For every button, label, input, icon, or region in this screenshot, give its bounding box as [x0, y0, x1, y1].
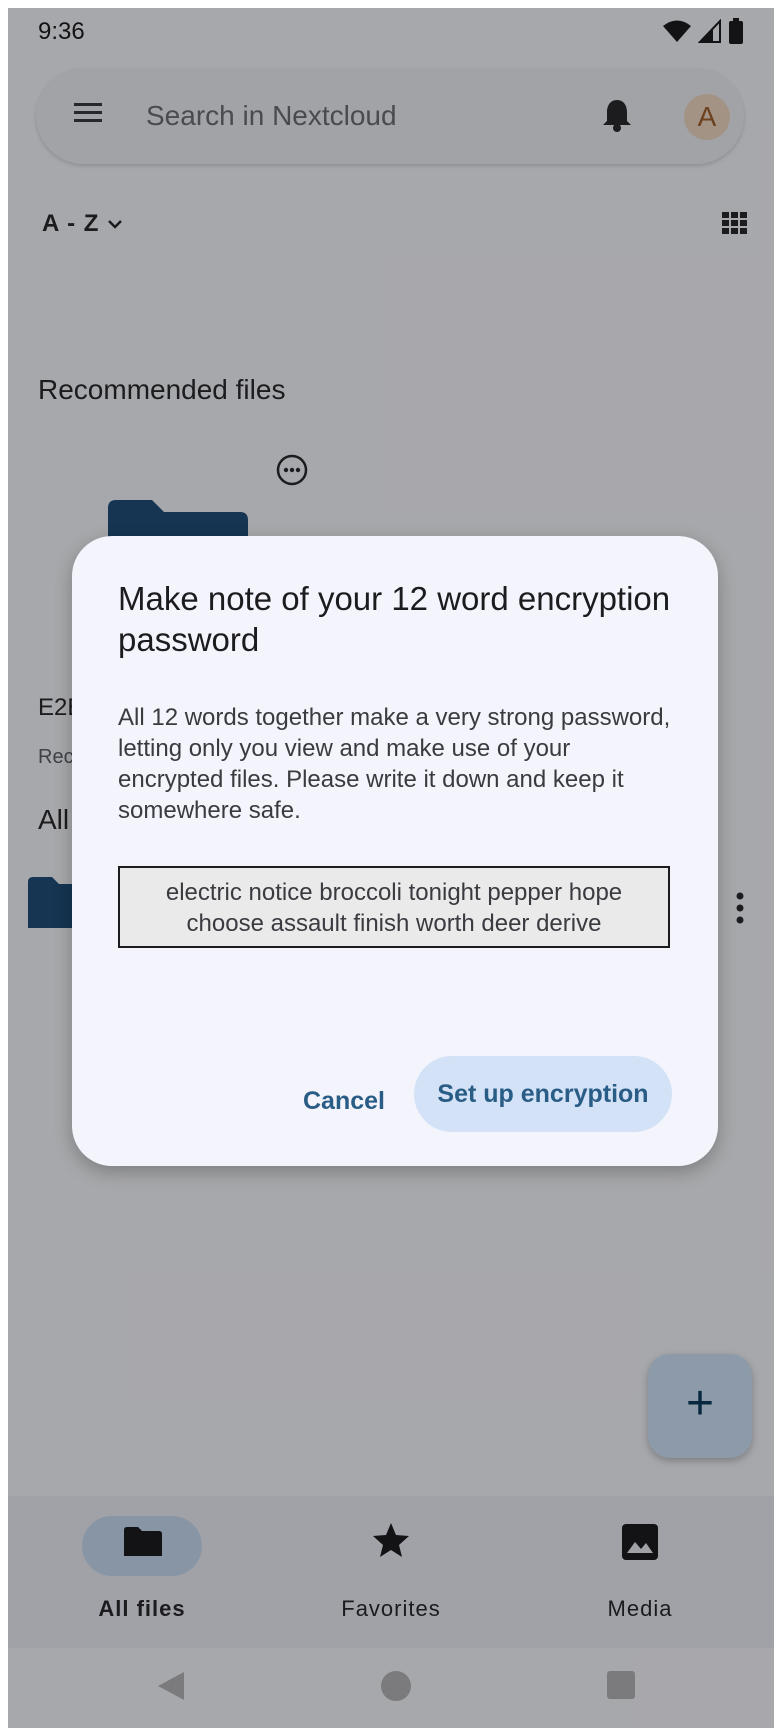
- password-line-1: electric notice broccoli tonight pepper …: [165, 879, 623, 906]
- encryption-password-dialog: Make note of your 12 word encryption pas…: [72, 536, 718, 1166]
- set-up-encryption-button[interactable]: Set up encryption: [414, 1056, 672, 1132]
- dialog-body: All 12 words together make a very strong…: [118, 704, 671, 824]
- password-line-2: choose assault finish worth deer derive: [186, 910, 602, 937]
- cancel-button[interactable]: Cancel: [282, 1064, 406, 1138]
- app-screen: 9:36 A A - Z: [8, 8, 774, 1728]
- dialog-title: Make note of your 12 word encryption pas…: [118, 580, 671, 658]
- encryption-password-box: electric notice broccoli tonight pepper …: [118, 866, 670, 948]
